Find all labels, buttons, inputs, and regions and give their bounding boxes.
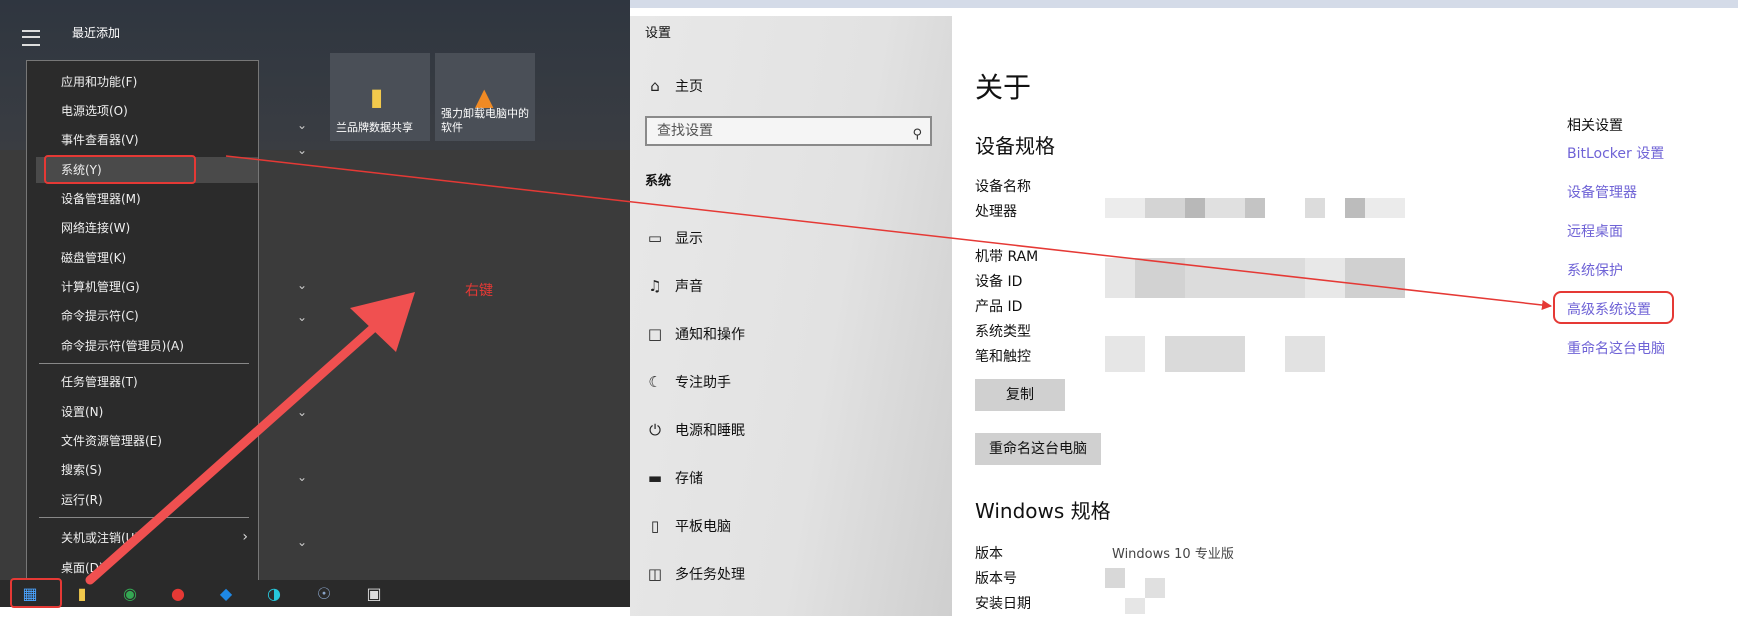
annotation-right-click-label: 右键	[465, 283, 493, 299]
spec-label-system-type: 系统类型	[975, 324, 1031, 340]
browser-icon[interactable]: ◑	[264, 584, 284, 604]
nav-display[interactable]: ▭ 显示	[645, 224, 703, 252]
chevron-down-icon[interactable]: ⌄	[297, 278, 307, 292]
spec-label-edition: 版本	[975, 546, 1003, 562]
app-icon[interactable]: ●	[168, 584, 188, 604]
copy-button[interactable]: 复制	[975, 379, 1065, 411]
hamburger-menu-icon[interactable]	[22, 30, 40, 46]
multitask-icon: ◫	[647, 565, 663, 583]
link-rename-this-pc[interactable]: 重命名这台电脑	[1567, 338, 1665, 358]
database-icon[interactable]: ☉	[314, 584, 334, 604]
menu-item-network-connections[interactable]: 网络连接(W)	[61, 215, 251, 241]
notification-icon: □	[647, 325, 663, 343]
file-explorer-icon[interactable]: ▮	[72, 584, 92, 604]
chevron-down-icon[interactable]: ⌄	[297, 470, 307, 484]
nav-multitasking[interactable]: ◫ 多任务处理	[645, 560, 745, 588]
chevron-right-icon: ›	[242, 529, 248, 545]
settings-window-title: 设置	[645, 26, 672, 41]
moon-icon: ☾	[648, 373, 662, 391]
menu-item-search[interactable]: 搜索(S)	[61, 457, 251, 483]
home-icon: ⌂	[650, 77, 660, 95]
link-remote-desktop[interactable]: 远程桌面	[1567, 221, 1623, 241]
chevron-down-icon[interactable]: ⌄	[297, 535, 307, 549]
menu-item-task-manager[interactable]: 任务管理器(T)	[61, 369, 251, 395]
menu-item-file-explorer[interactable]: 文件资源管理器(E)	[61, 428, 251, 454]
nav-section-system: 系统	[645, 174, 672, 189]
link-bitlocker-settings[interactable]: BitLocker 设置	[1567, 143, 1664, 163]
folder-icon: ▮	[370, 83, 384, 111]
recent-added-label: 最近添加	[72, 26, 121, 40]
tile-uninstall-software[interactable]: ▲ 强力卸载电脑中的软件	[435, 53, 535, 141]
link-device-manager[interactable]: 设备管理器	[1567, 182, 1637, 202]
nav-storage[interactable]: ▬ 存储	[645, 464, 703, 492]
annotation-box-start-button	[10, 578, 62, 608]
spec-label-version: 版本号	[975, 571, 1017, 587]
menu-item-command-prompt-admin[interactable]: 命令提示符(管理员)(A)	[61, 333, 251, 359]
menu-item-power-options[interactable]: 电源选项(O)	[61, 98, 251, 124]
nav-notifications[interactable]: □ 通知和操作	[645, 320, 745, 348]
start-menu-screenshot: 最近添加 ▮ 兰品牌数据共享 ▲ 强力卸载电脑中的软件 ⌄ ⌄ ⌄ ⌄ ⌄ ⌄ …	[0, 0, 630, 607]
chevron-down-icon[interactable]: ⌄	[297, 310, 307, 324]
annotation-box-advanced-settings	[1553, 291, 1674, 324]
search-icon: ⚲	[912, 127, 922, 142]
nav-focus-assist[interactable]: ☾ 专注助手	[645, 368, 731, 396]
speaker-icon: ♫	[648, 277, 662, 295]
spec-label-processor: 处理器	[975, 204, 1017, 220]
nav-home[interactable]: ⌂ 主页	[645, 72, 703, 100]
menu-separator	[39, 363, 249, 364]
link-system-protection[interactable]: 系统保护	[1567, 260, 1623, 280]
winx-context-menu: 应用和功能(F) 电源选项(O) 事件查看器(V) 系统(Y) 设备管理器(M)…	[26, 60, 259, 588]
device-specs-heading: 设备规格	[975, 134, 1055, 158]
spec-label-device-name: 设备名称	[975, 179, 1031, 195]
menu-item-shutdown-signout[interactable]: 关机或注销(U)	[61, 525, 251, 551]
shield-app-icon[interactable]: ◆	[216, 584, 236, 604]
nav-sound[interactable]: ♫ 声音	[645, 272, 703, 300]
menu-item-run[interactable]: 运行(R)	[61, 487, 251, 513]
chrome-icon[interactable]: ◉	[120, 584, 140, 604]
rename-pc-button[interactable]: 重命名这台电脑	[975, 433, 1101, 465]
chevron-down-icon[interactable]: ⌄	[297, 118, 307, 132]
page-title: 关于	[975, 71, 1032, 104]
menu-item-event-viewer[interactable]: 事件查看器(V)	[61, 127, 251, 153]
terminal-icon[interactable]: ▣	[364, 584, 384, 604]
annotation-box-system-item	[44, 155, 196, 184]
tablet-icon: ▯	[650, 517, 660, 535]
menu-item-device-manager[interactable]: 设备管理器(M)	[61, 186, 251, 212]
power-icon: ⏻	[649, 421, 661, 439]
spec-label-pen-touch: 笔和触控	[975, 349, 1031, 365]
menu-item-computer-management[interactable]: 计算机管理(G)	[61, 274, 251, 300]
windows-edition-value: Windows 10 专业版	[1112, 547, 1234, 562]
menu-item-desktop[interactable]: 桌面(D)	[61, 555, 251, 581]
menu-item-apps-features[interactable]: 应用和功能(F)	[61, 69, 251, 95]
settings-search-input[interactable]: 查找设置 ⚲	[645, 116, 932, 146]
storage-icon: ▬	[647, 469, 663, 487]
spec-label-device-id: 设备 ID	[975, 274, 1023, 290]
spec-label-product-id: 产品 ID	[975, 299, 1023, 315]
chevron-down-icon[interactable]: ⌄	[297, 405, 307, 419]
menu-item-settings[interactable]: 设置(N)	[61, 399, 251, 425]
spec-label-ram: 机带 RAM	[975, 249, 1039, 265]
menu-item-command-prompt[interactable]: 命令提示符(C)	[61, 303, 251, 329]
windows-specs-heading: Windows 规格	[975, 499, 1111, 523]
menu-separator	[39, 517, 249, 518]
menu-item-disk-management[interactable]: 磁盘管理(K)	[61, 245, 251, 271]
tile-brand-data-share[interactable]: ▮ 兰品牌数据共享	[330, 53, 430, 141]
chevron-down-icon[interactable]: ⌄	[297, 143, 307, 157]
nav-power-sleep[interactable]: ⏻ 电源和睡眠	[645, 416, 745, 444]
monitor-icon: ▭	[647, 229, 663, 247]
related-settings-heading: 相关设置	[1567, 118, 1623, 134]
spec-label-install-date: 安装日期	[975, 596, 1031, 612]
nav-tablet[interactable]: ▯ 平板电脑	[645, 512, 731, 540]
